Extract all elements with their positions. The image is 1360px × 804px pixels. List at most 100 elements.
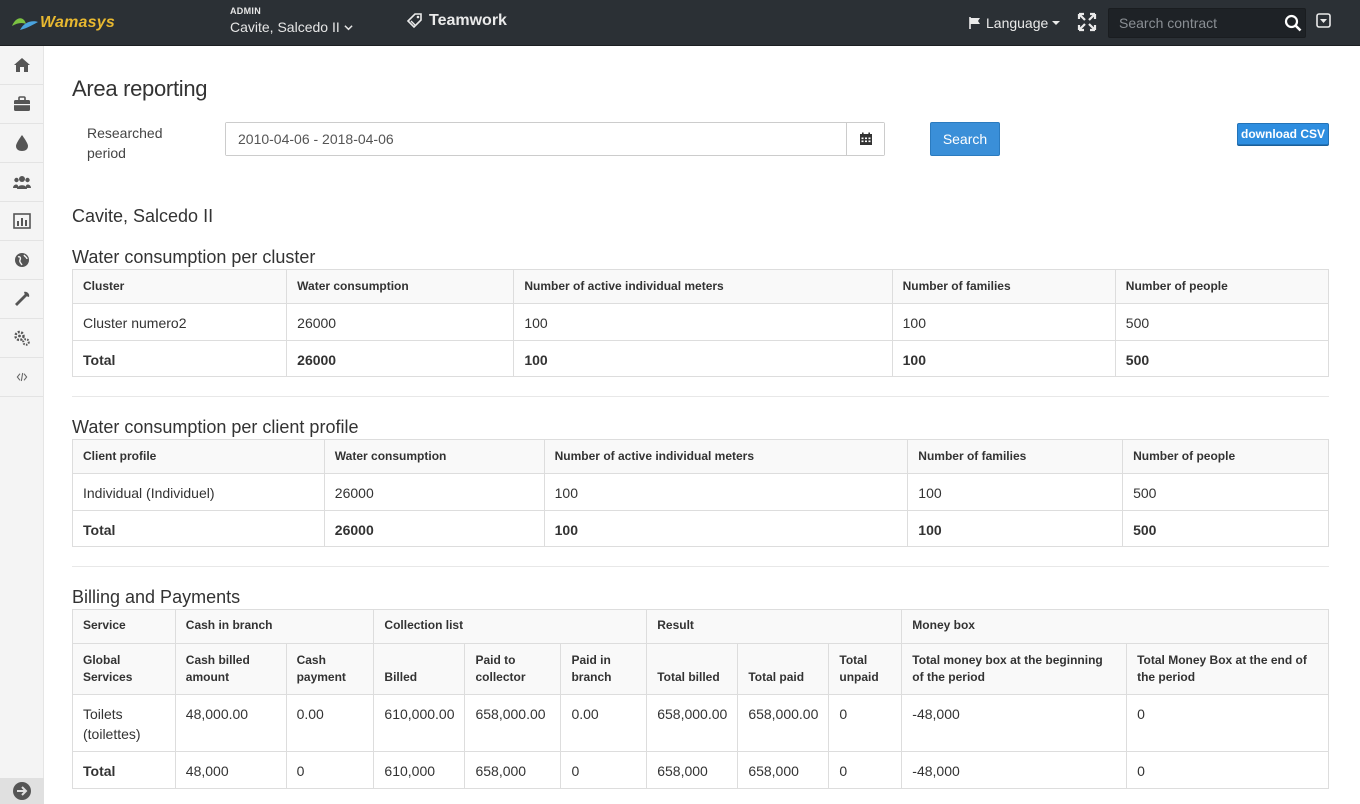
user-menu-icon[interactable] (1316, 13, 1331, 28)
tenant-name-row: Cavite, Salcedo II (230, 19, 353, 35)
column-header: Number of people (1122, 439, 1329, 474)
column-group-header: Cash in branch (174, 609, 375, 644)
table-cell: 100 (543, 510, 909, 547)
drop-icon (15, 135, 28, 151)
column-header: Total unpaid (828, 643, 903, 695)
fullscreen-icon[interactable] (1077, 12, 1097, 32)
table-cell: 100 (907, 510, 1124, 547)
period-label: Researched period (87, 125, 163, 161)
column-group-header: Service (72, 609, 176, 644)
sidebar-item-home[interactable] (0, 46, 43, 85)
table-cell: 26000 (323, 510, 545, 547)
date-range-input[interactable] (226, 123, 846, 155)
column-header: Number of families (907, 439, 1124, 474)
table-cell: 26000 (323, 473, 545, 511)
arrow-circle-right-icon (13, 782, 31, 800)
table-cell: Total (72, 510, 325, 547)
total-row: Total 26000 100 100 500 (72, 510, 1329, 547)
column-header: Total billed (646, 643, 739, 695)
billing-table: Service Cash in branch Collection list R… (72, 609, 1329, 789)
caret-down-icon (1052, 21, 1061, 25)
chevron-down-icon (344, 24, 353, 30)
column-header: Number of active individual meters (543, 439, 909, 474)
table-cell: 500 (1114, 340, 1330, 377)
calendar-icon (859, 132, 872, 145)
column-header: Total money box at the beginning of the … (901, 643, 1128, 695)
logo[interactable]: Wamasys (10, 10, 115, 36)
cluster-section-title: Water consumption per cluster (72, 247, 316, 267)
sidebar (0, 46, 44, 804)
sidebar-item-reports[interactable] (0, 202, 43, 241)
sidebar-item-developer[interactable] (0, 358, 43, 397)
search-icon[interactable] (1284, 14, 1302, 32)
column-header: Paid to collector (464, 643, 562, 695)
area-name: Cavite, Salcedo II (72, 206, 214, 226)
location-name: Cavite, Salcedo II (230, 19, 340, 35)
table-cell: 500 (1122, 510, 1329, 547)
search-contract-input[interactable] (1109, 9, 1279, 37)
table-cell: 0 (828, 751, 903, 789)
table-cell: 658,000.00 (737, 694, 830, 752)
sidebar-item-users[interactable] (0, 163, 43, 202)
column-header: Total Money Box at the end of the period (1126, 643, 1329, 695)
table-header-row: Cluster Water consumption Number of acti… (71, 269, 1330, 304)
table-cell: 100 (543, 473, 909, 511)
wrench-icon (14, 291, 29, 306)
column-header: Water consumption (323, 439, 545, 474)
total-row: Total 48,000 0 610,000 658,000 0 658,000… (72, 751, 1329, 789)
table-cell: 26000 (286, 303, 515, 341)
page-title: Area reporting (72, 76, 208, 101)
gears-icon (13, 330, 30, 346)
tenant-selector[interactable]: ADMIN Cavite, Salcedo II (230, 6, 353, 35)
table-cell: 0 (1126, 694, 1329, 752)
sidebar-item-tools[interactable] (0, 280, 43, 319)
table-cell: 658,000 (737, 751, 830, 789)
language-dropdown[interactable]: Language (968, 15, 1061, 31)
table-cell: 100 (513, 340, 893, 377)
column-header: Paid in branch (560, 643, 648, 695)
table-cell: 100 (891, 340, 1116, 377)
table-cell: 658,000.00 (646, 694, 739, 752)
download-csv-button[interactable]: download CSV (1237, 123, 1329, 145)
table-cell: 26000 (286, 340, 515, 377)
sidebar-toggle[interactable] (0, 778, 44, 804)
tag-icon (407, 13, 422, 29)
total-row: Total 26000 100 100 500 (71, 340, 1330, 377)
table-cell: 0 (1126, 751, 1329, 789)
column-header: Total paid (737, 643, 830, 695)
billing-section-title: Billing and Payments (72, 587, 241, 607)
teamwork-link[interactable]: Teamwork (407, 12, 507, 30)
table-cell: 0.00 (560, 694, 648, 752)
profile-table: Client profile Water consumption Number … (72, 439, 1329, 547)
table-cell: Cluster numero2 (71, 303, 288, 341)
sidebar-item-settings[interactable] (0, 319, 43, 358)
sidebar-item-map[interactable] (0, 241, 43, 280)
search-button[interactable]: Search (930, 122, 1000, 156)
sidebar-item-water[interactable] (0, 124, 43, 163)
profile-section-title: Water consumption per client profile (72, 417, 359, 437)
table-cell: 500 (1122, 473, 1329, 511)
table-cell: 0 (560, 751, 648, 789)
table-cell: Toilets (toilettes) (72, 694, 176, 752)
divider (72, 566, 1329, 567)
column-header: Number of active individual meters (513, 269, 893, 304)
calendar-button[interactable] (846, 123, 884, 155)
leaf-logo-icon (12, 18, 38, 30)
table-row: Toilets (toilettes) 48,000.00 0.00 610,0… (72, 694, 1329, 752)
column-header: Number of people (1114, 269, 1330, 304)
table-cell: Total (72, 751, 176, 789)
column-header: Cash billed amount (174, 643, 287, 695)
column-group-header: Result (646, 609, 903, 644)
table-cell: 100 (907, 473, 1124, 511)
sidebar-item-contracts[interactable] (0, 85, 43, 124)
column-group-header: Money box (901, 609, 1329, 644)
table-cell: 610,000.00 (373, 694, 466, 752)
users-icon (12, 176, 31, 189)
code-icon (16, 372, 27, 382)
column-header: Cluster (71, 269, 288, 304)
date-range-group (225, 122, 885, 156)
table-cell: -48,000 (901, 751, 1128, 789)
contract-search (1108, 8, 1306, 38)
home-icon (13, 58, 30, 72)
table-cell: 0.00 (285, 694, 375, 752)
